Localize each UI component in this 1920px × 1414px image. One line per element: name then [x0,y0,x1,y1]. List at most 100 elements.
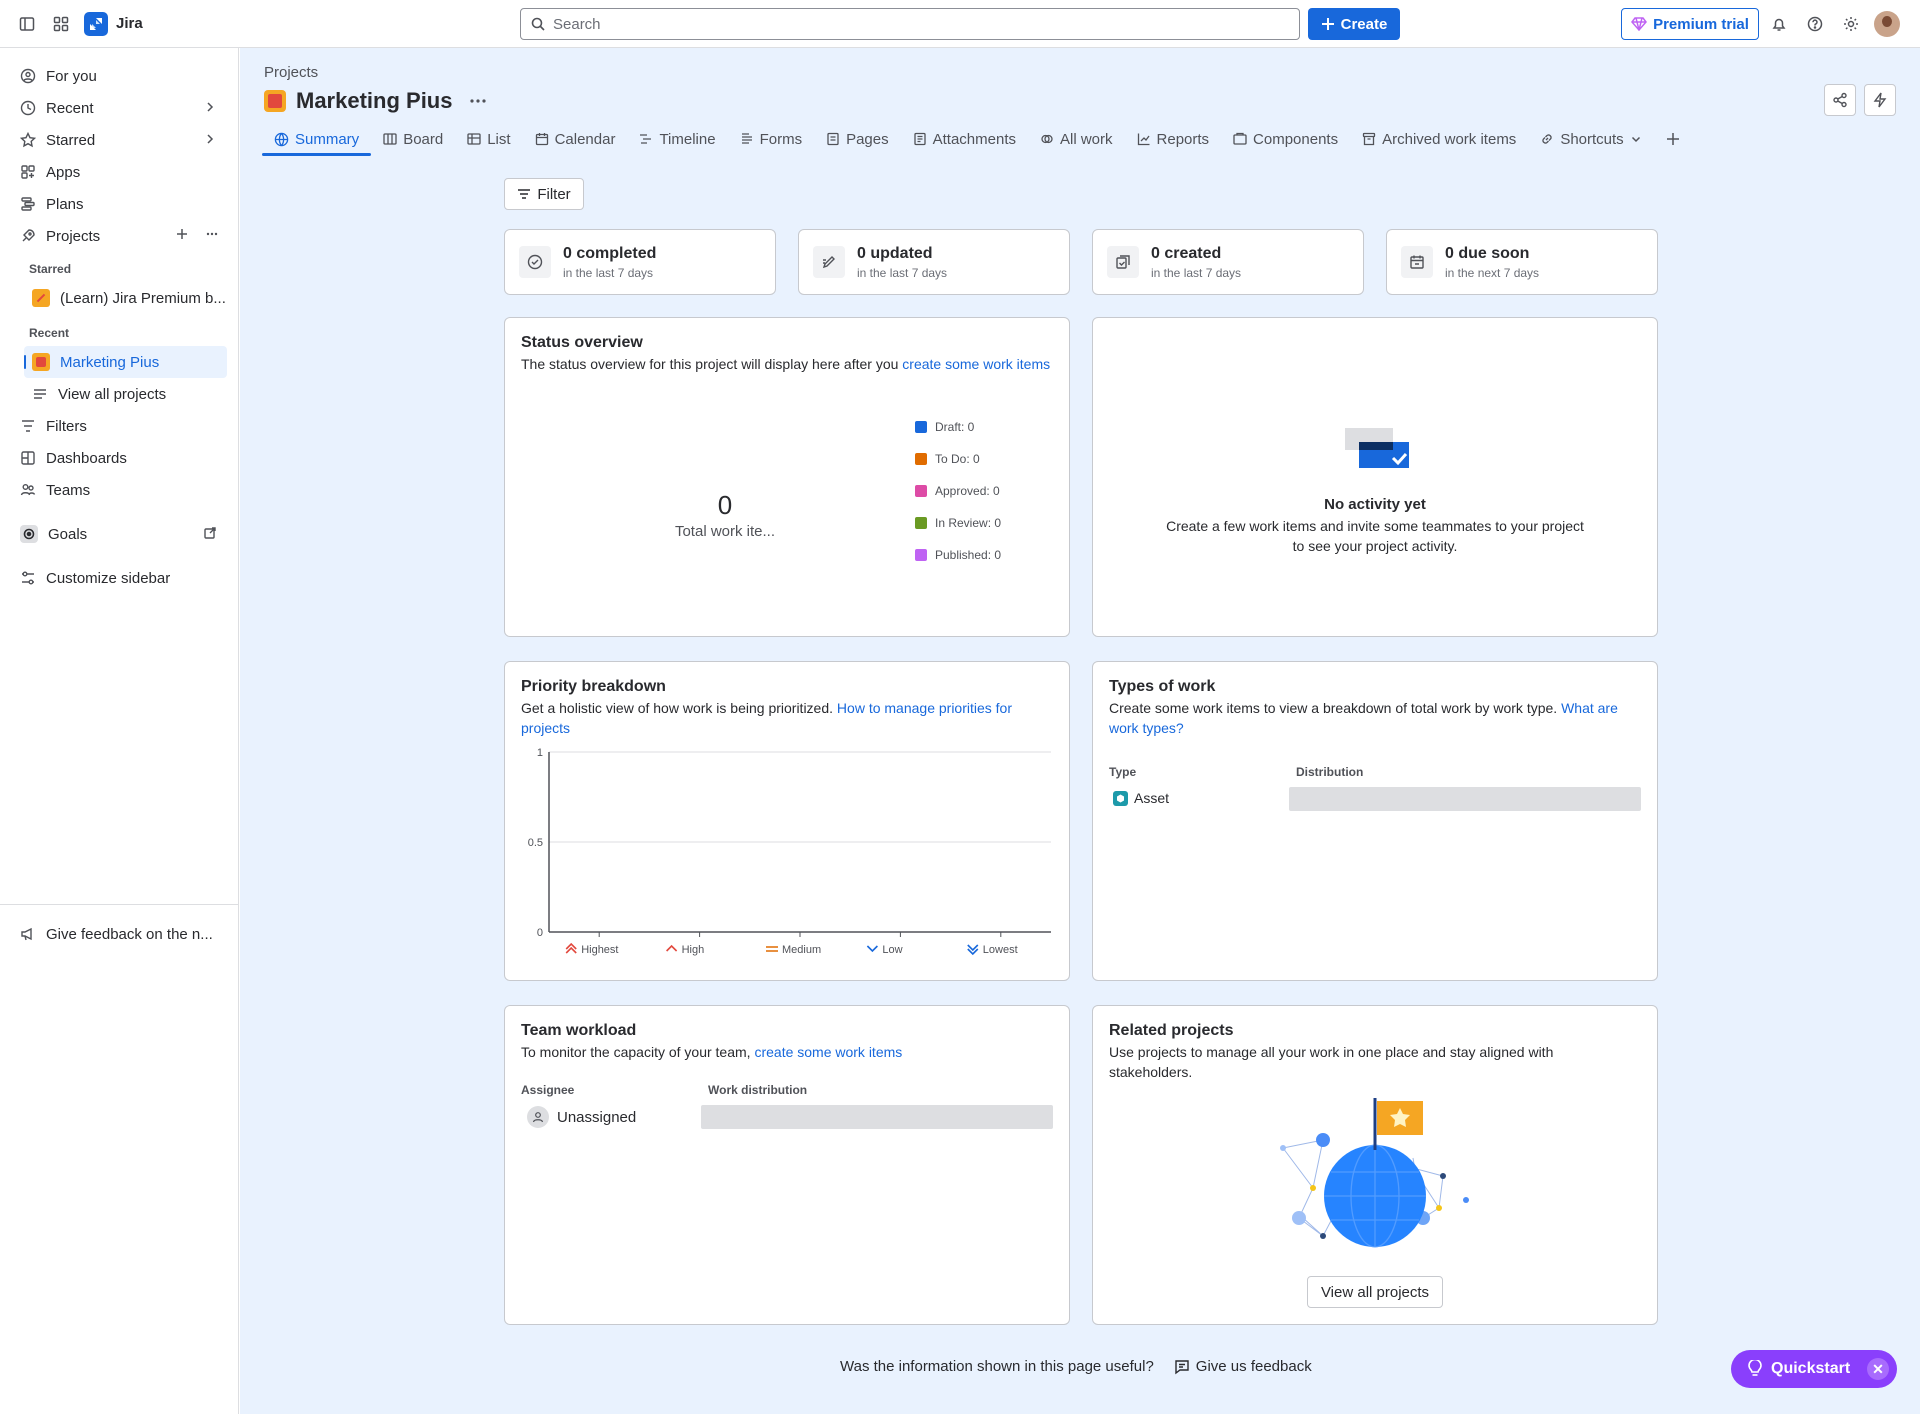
card-description: Get a holistic view of how work is being… [521,698,1051,738]
all-work-icon [1041,134,1053,144]
sidebar-item-dashboards[interactable]: Dashboards [12,442,227,474]
tab-forms[interactable]: Forms [728,122,815,156]
filter-button[interactable]: Filter [504,178,584,210]
x-tick-label: High [682,944,705,956]
sidebar-label: Starred [46,131,96,149]
add-tab-button[interactable] [1654,122,1692,156]
star-icon [20,132,36,148]
card-title: Priority breakdown [521,678,666,695]
tab-all-work[interactable]: All work [1028,122,1125,156]
sidebar-starred-project[interactable]: (Learn) Jira Premium b... [24,282,227,314]
status-overview-card: Status overview The status overview for … [504,317,1070,637]
user-avatar[interactable] [1874,11,1900,37]
sidebar-item-teams[interactable]: Teams [12,474,227,506]
search-input[interactable]: Search [520,8,1300,40]
premium-trial-button[interactable]: Premium trial [1621,8,1759,40]
stat-due-soon: 0 due soon in the next 7 days [1386,229,1658,295]
megaphone-icon [21,927,32,941]
tab-calendar[interactable]: Calendar [523,122,628,156]
x-tick-label: Medium [782,944,821,956]
sidebar-label: Marketing Pius [60,353,160,371]
stat-title: 0 due soon [1445,244,1530,262]
view-all-projects-button[interactable]: View all projects [1307,1276,1443,1308]
quickstart-button[interactable]: Quickstart ✕ [1731,1350,1897,1388]
tab-timeline[interactable]: Timeline [627,122,727,156]
project-marketing-icon [32,353,50,371]
tab-pages[interactable]: Pages [814,122,901,156]
sidebar-item-view-all-projects[interactable]: View all projects [24,378,227,410]
sidebar-item-projects[interactable]: Projects [12,220,227,252]
plus-icon [1321,18,1334,30]
give-feedback-button[interactable]: Give us feedback [1174,1358,1312,1375]
filter-icon [22,420,34,432]
legend-label: Approved: 0 [935,484,1000,498]
help-icon[interactable] [1798,7,1832,41]
page-icon [827,132,839,146]
priority-chart: 1 0.5 0 Highest High Medium Low Lowest [528,747,1051,956]
description-text: To monitor the capacity of your team, [521,1044,755,1060]
assignee-row-unassigned[interactable]: Unassigned [527,1106,636,1128]
share-button[interactable] [1824,84,1856,116]
lightning-icon [1873,92,1887,108]
create-work-items-link[interactable]: create some work items [902,356,1050,372]
edit-icon [813,246,845,278]
description-text: Get a holistic view of how work is being… [521,700,837,716]
activity-card: No activity yet Create a few work items … [1092,317,1658,637]
distribution-column-header: Distribution [1296,765,1364,779]
automation-button[interactable] [1864,84,1896,116]
tab-label: Attachments [932,130,1016,148]
x-tick-label: Low [882,944,902,956]
add-project-plus-icon[interactable] [175,227,189,241]
jira-logo[interactable]: Jira [84,11,143,36]
card-description: Use projects to manage all your work in … [1109,1044,1554,1080]
diamond-icon [1631,17,1648,31]
sidebar-item-apps[interactable]: Apps [12,156,227,188]
more-options-icon[interactable] [205,227,219,241]
settings-gear-icon[interactable] [1834,7,1868,41]
notifications-icon[interactable] [1762,7,1796,41]
timeline-icon [640,134,652,144]
page-header: Marketing Pius [264,88,488,114]
sidebar-item-customize[interactable]: Customize sidebar [12,562,227,594]
tab-shortcuts[interactable]: Shortcuts [1528,122,1653,156]
tab-reports[interactable]: Reports [1125,122,1222,156]
tab-archived[interactable]: Archived work items [1350,122,1528,156]
stat-subtitle: in the last 7 days [1151,265,1242,280]
sidebar-feedback-button[interactable]: Give feedback on the n... [12,918,227,950]
type-row-asset[interactable]: Asset [1113,790,1169,806]
sidebar-item-filters[interactable]: Filters [12,410,227,442]
types-of-work-card: Types of work Create some work items to … [1092,661,1658,981]
project-learn-icon [32,289,50,307]
sidebar-item-starred[interactable]: Starred [12,124,227,156]
breadcrumb[interactable]: Projects [264,64,318,81]
tab-summary[interactable]: Summary [262,122,372,156]
tab-list[interactable]: List [455,122,522,156]
sidebar-item-for-you[interactable]: For you [12,60,227,92]
tab-label: Timeline [659,130,716,148]
sidebar-recent-project[interactable]: Marketing Pius [24,346,227,378]
sidebar-toggle-icon[interactable] [10,7,44,41]
sidebar-item-goals[interactable]: Goals [12,518,227,550]
create-work-items-link[interactable]: create some work items [754,1044,902,1060]
create-button[interactable]: Create [1308,8,1400,40]
sidebar-item-recent[interactable]: Recent [12,92,227,124]
share-icon [1833,92,1847,108]
globe-illustration [1273,1098,1473,1248]
activity-title: No activity yet [1324,496,1426,513]
sidebar-label: Dashboards [46,449,127,467]
close-quickstart-icon[interactable]: ✕ [1867,1358,1889,1380]
stat-title: 0 updated [857,244,933,262]
lightbulb-icon [1748,1360,1762,1376]
sidebar-label: Teams [46,481,91,499]
user-circle-icon [20,68,36,84]
tab-attachments[interactable]: Attachments [901,122,1028,156]
sidebar-item-plans[interactable]: Plans [12,188,227,220]
tab-board[interactable]: Board [371,122,455,156]
project-more-icon[interactable] [468,91,488,111]
tab-components[interactable]: Components [1221,122,1350,156]
create-label: Create [1340,15,1388,33]
legend-item: Draft: 0 [915,420,974,434]
app-switcher-icon[interactable] [44,7,78,41]
x-tick-label: Highest [581,944,618,956]
total-label: Total work ite... [674,523,776,540]
